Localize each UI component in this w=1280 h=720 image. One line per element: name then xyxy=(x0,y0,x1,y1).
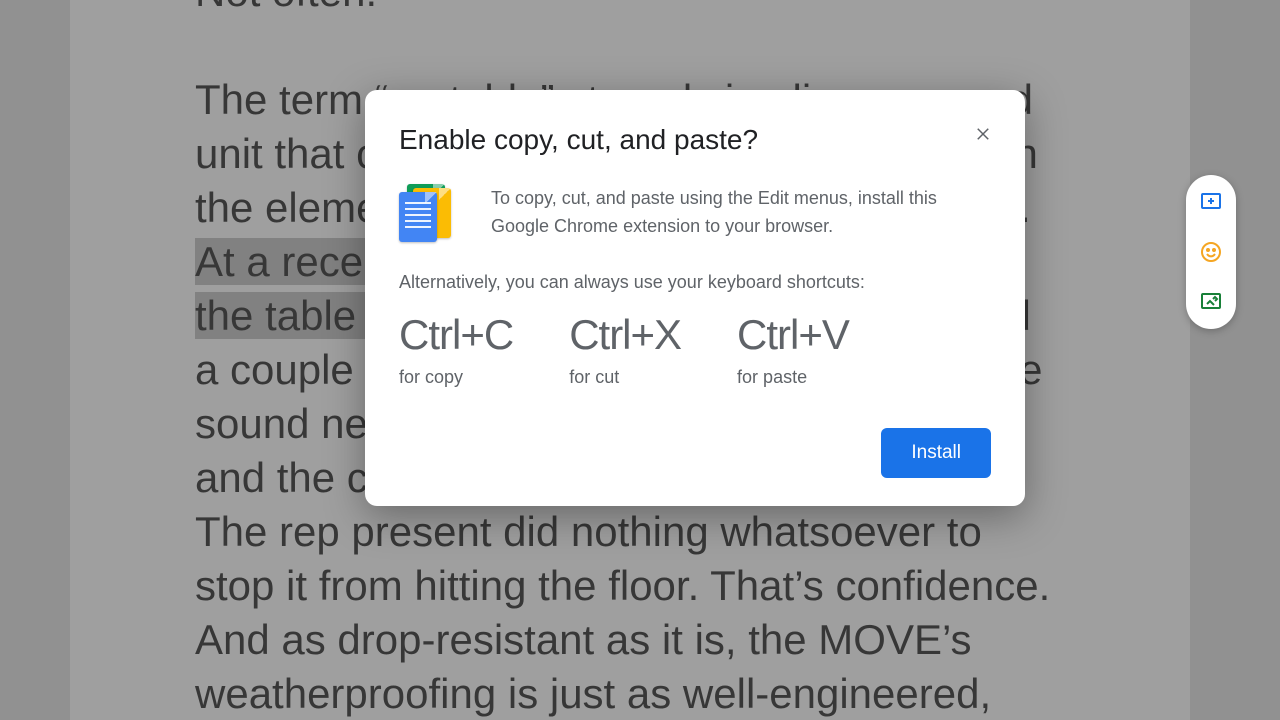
shortcut-list: Ctrl+C for copy Ctrl+X for cut Ctrl+V fo… xyxy=(399,311,991,388)
close-icon xyxy=(974,125,992,143)
shortcut-label: for paste xyxy=(737,367,849,388)
install-button[interactable]: Install xyxy=(881,428,991,478)
floating-action-bar xyxy=(1186,175,1236,329)
shortcut-cut: Ctrl+X for cut xyxy=(569,311,681,388)
add-comment-button[interactable] xyxy=(1198,189,1224,215)
suggest-edits-button[interactable] xyxy=(1198,289,1224,315)
dialog-title: Enable copy, cut, and paste? xyxy=(399,124,758,156)
shortcut-copy: Ctrl+C for copy xyxy=(399,311,513,388)
shortcut-label: for copy xyxy=(399,367,513,388)
dialog-close-button[interactable] xyxy=(969,120,997,148)
google-docs-icon xyxy=(399,184,463,242)
clipboard-extension-dialog: Enable copy, cut, and paste? To copy, cu… xyxy=(365,90,1025,506)
dialog-description: To copy, cut, and paste using the Edit m… xyxy=(491,184,991,242)
shortcut-keys: Ctrl+X xyxy=(569,311,681,359)
shortcut-paste: Ctrl+V for paste xyxy=(737,311,849,388)
app-viewport: Not often. The term “portable” strongly … xyxy=(0,0,1280,720)
shortcut-keys: Ctrl+V xyxy=(737,311,849,359)
dialog-alt-intro: Alternatively, you can always use your k… xyxy=(399,272,991,293)
suggest-edits-icon xyxy=(1199,290,1223,314)
add-comment-icon xyxy=(1199,190,1223,214)
emoji-reaction-button[interactable] xyxy=(1198,239,1224,265)
shortcut-keys: Ctrl+C xyxy=(399,311,513,359)
emoji-smile-icon xyxy=(1199,240,1223,264)
shortcut-label: for cut xyxy=(569,367,681,388)
